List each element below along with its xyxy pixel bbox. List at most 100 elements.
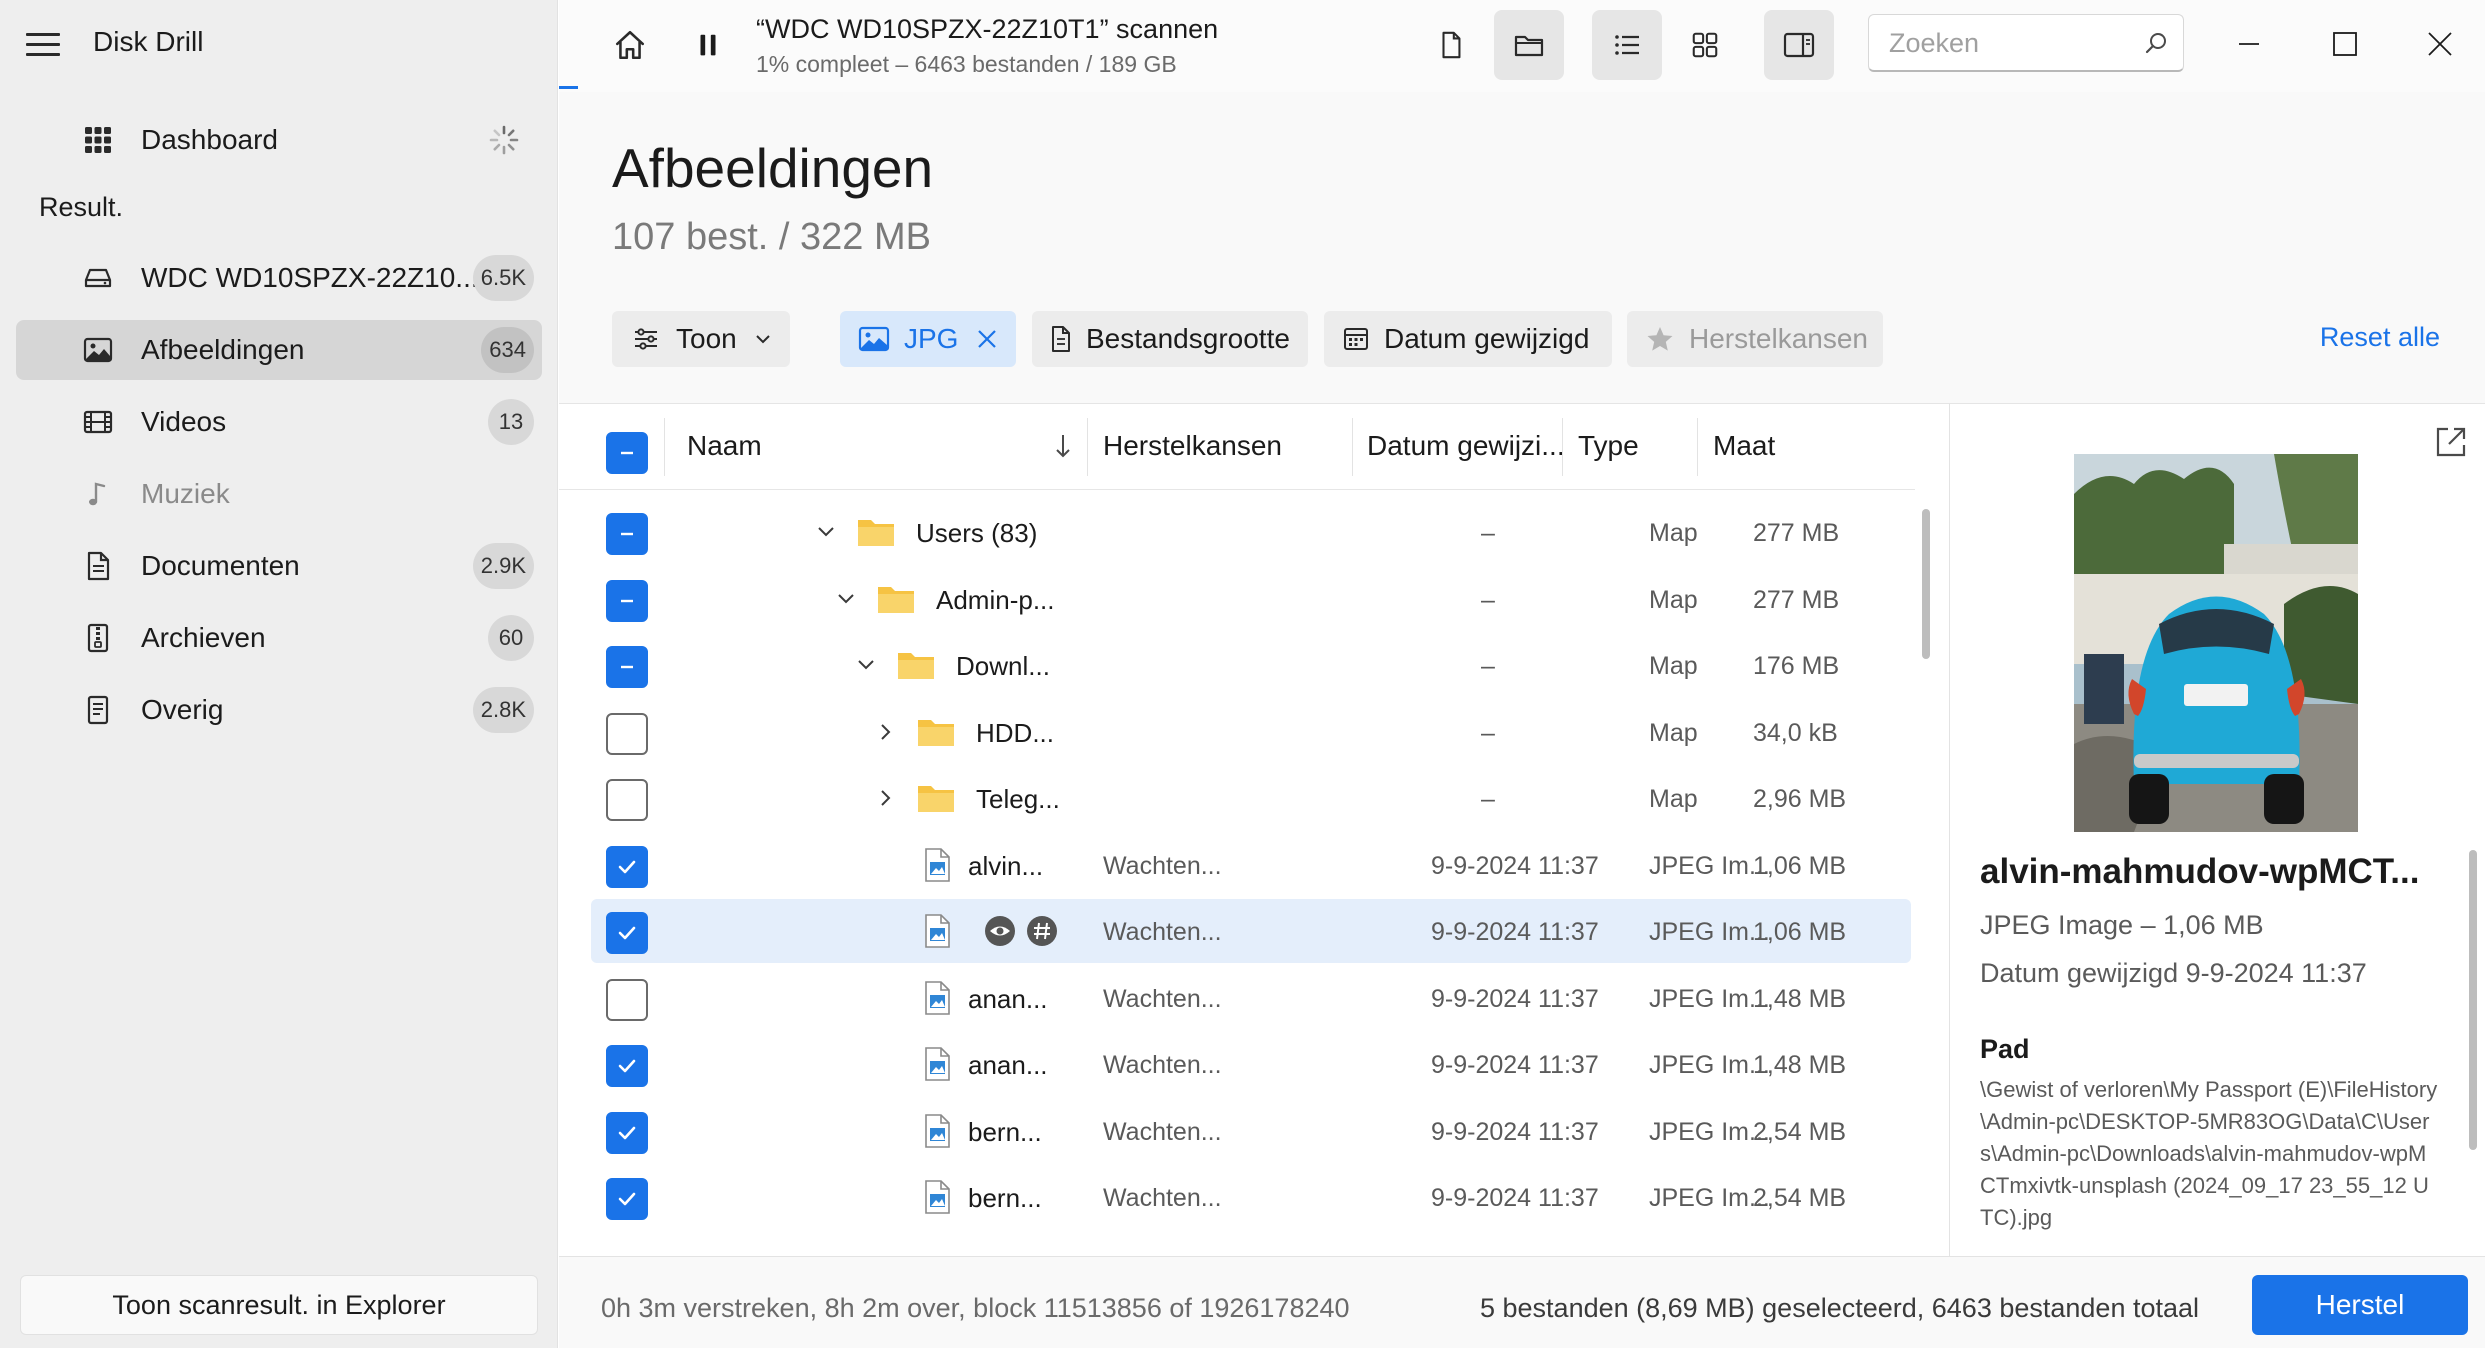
row-checkbox[interactable] — [606, 579, 648, 622]
type-cell: Map — [1649, 652, 1698, 680]
collapse-chevron-icon[interactable] — [856, 655, 876, 675]
recovery-chances-cell: Wachten... — [1103, 1184, 1222, 1212]
table-row[interactable]: anan... Wachten... 9-9-2024 11:37 JPEG Im..… — [591, 1032, 1911, 1096]
hamburger-menu-icon[interactable] — [26, 30, 60, 58]
collapse-chevron-icon[interactable] — [836, 589, 856, 609]
table-row[interactable]: Downl... – Map 176 MB — [591, 633, 1911, 697]
sidebar-item-label: Overig — [141, 694, 224, 725]
home-button[interactable] — [595, 10, 665, 80]
row-checkbox[interactable] — [606, 1178, 648, 1220]
column-recovery-chances[interactable]: Herstelkansen — [1103, 430, 1282, 462]
preview-pane-toggle[interactable] — [1764, 10, 1834, 80]
sidebar-item-drive[interactable]: WDC WD10SPZX-22Z10... 6.5K — [16, 248, 542, 308]
size-cell: 1,48 MB — [1753, 1051, 1847, 1079]
recovery-chances-filter-button[interactable]: Herstelkansen — [1627, 311, 1883, 367]
row-checkbox[interactable] — [606, 646, 648, 688]
file-name: Users (83) — [916, 518, 1038, 548]
preview-type-size: JPEG Image – 1,06 MB — [1980, 910, 2264, 940]
sidebar-item-other[interactable]: Overig 2.8K — [16, 680, 542, 740]
row-checkbox[interactable] — [606, 845, 648, 888]
show-filter-button[interactable]: Toon — [612, 311, 790, 367]
close-icon — [2428, 32, 2452, 56]
list-view-button[interactable] — [1592, 10, 1662, 80]
remove-filter-icon[interactable] — [976, 328, 998, 350]
recover-button[interactable]: Herstel — [2252, 1275, 2468, 1335]
jpg-filter-chip[interactable]: JPG — [840, 311, 1016, 367]
column-name[interactable]: Naam — [687, 430, 762, 462]
preview-image — [2074, 454, 2358, 832]
column-type[interactable]: Type — [1578, 430, 1639, 462]
row-checkbox[interactable] — [606, 912, 648, 954]
open-external-icon[interactable] — [2433, 424, 2469, 460]
date-modified-cell: 9-9-2024 11:37 — [1431, 851, 1599, 880]
reset-all-link[interactable]: Reset alle — [2320, 322, 2440, 353]
table-row[interactable]: Wachten... 9-9-2024 11:37 JPEG Im... 1,06 M… — [591, 899, 1911, 963]
row-checkbox[interactable] — [606, 1111, 648, 1154]
preview-eye-icon[interactable] — [984, 915, 1016, 947]
search-box[interactable] — [1868, 14, 2184, 72]
jpeg-file-icon — [925, 847, 950, 882]
sidebar-item-images[interactable]: Afbeeldingen 634 — [16, 320, 542, 380]
search-input[interactable] — [1889, 27, 2139, 59]
jpeg-file-icon — [925, 914, 950, 948]
minus-icon — [621, 451, 633, 455]
minimize-button[interactable] — [2219, 14, 2279, 74]
preview-file-name: alvin-mahmudov-wpMCT... — [1980, 852, 2420, 891]
size-cell: 2,54 MB — [1753, 1117, 1847, 1146]
type-cell: Map — [1649, 785, 1698, 813]
row-checkbox[interactable] — [606, 712, 648, 755]
table-row[interactable]: bern... Wachten... 9-9-2024 11:37 JPEG Im..… — [591, 1099, 1911, 1163]
pause-button[interactable] — [673, 10, 743, 80]
show-in-explorer-button[interactable]: Toon scanresult. in Explorer — [20, 1275, 538, 1335]
expand-chevron-icon[interactable] — [876, 722, 896, 742]
sidebar-item-music[interactable]: Muziek — [16, 464, 542, 524]
grid-icon — [1692, 32, 1718, 58]
file-name: Downl... — [956, 651, 1050, 681]
row-checkbox[interactable] — [606, 779, 648, 821]
date-modified-cell: – — [1481, 785, 1495, 813]
preview-path-label: Pad — [1980, 1034, 2030, 1064]
sidebar-item-label: Muziek — [141, 478, 230, 509]
table-row[interactable]: alvin... Wachten... 9-9-2024 11:37 JPEG Im.… — [591, 833, 1911, 897]
table-row[interactable]: HDD... – Map 34,0 kB — [591, 700, 1911, 764]
row-checkbox[interactable] — [606, 1045, 648, 1087]
table-row[interactable]: Users (83) – Map 277 MB — [591, 500, 1911, 564]
table-row[interactable]: Admin-p... – Map 277 MB — [591, 567, 1911, 631]
select-all-checkbox[interactable] — [606, 432, 648, 474]
maximize-button[interactable] — [2315, 14, 2375, 74]
preview-scrollbar[interactable] — [2469, 850, 2477, 1150]
table-row[interactable]: anan... Wachten... 9-9-2024 11:37 JPEG Im..… — [591, 966, 1911, 1030]
sidebar-item-videos[interactable]: Videos 13 — [16, 392, 542, 452]
date-modified-cell: 9-9-2024 11:37 — [1431, 918, 1599, 946]
row-checkbox[interactable] — [606, 513, 648, 555]
table-row[interactable]: bern... Wachten... 9-9-2024 11:37 JPEG Im..… — [591, 1165, 1911, 1229]
sort-down-arrow-icon[interactable] — [1053, 432, 1073, 460]
image-icon — [858, 326, 890, 352]
table-scrollbar[interactable] — [1922, 509, 1930, 659]
file-size-filter-button[interactable]: Bestandsgrootte — [1032, 311, 1308, 367]
column-date-modified[interactable]: Datum gewijzi... — [1367, 430, 1565, 462]
expand-chevron-icon[interactable] — [876, 788, 896, 808]
table-row[interactable]: Teleg... – Map 2,96 MB — [591, 766, 1911, 830]
date-modified-filter-button[interactable]: Datum gewijzigd — [1324, 311, 1612, 367]
toolbar: “WDC WD10SPZX-22Z10T1” scannen 1% comple… — [559, 0, 2485, 92]
column-size[interactable]: Maat — [1713, 430, 1775, 462]
scan-time-status: 0h 3m verstreken, 8h 2m over, block 1151… — [601, 1293, 1350, 1323]
sidebar-item-archives[interactable]: Archieven 60 — [16, 608, 542, 668]
file-name: bern... — [968, 1183, 1042, 1213]
file-view-button[interactable] — [1416, 10, 1486, 80]
chances-filter-label: Herstelkansen — [1689, 323, 1868, 354]
type-cell: JPEG Im... — [1649, 1184, 1770, 1212]
folder-icon — [858, 520, 894, 546]
folder-icon — [878, 586, 914, 613]
sidebar-item-dashboard[interactable]: Dashboard — [16, 110, 542, 170]
folder-view-button[interactable] — [1494, 10, 1564, 80]
hash-icon[interactable] — [1026, 915, 1058, 947]
grid-view-button[interactable] — [1670, 10, 1740, 80]
size-cell: 34,0 kB — [1753, 718, 1838, 747]
sidebar-item-documents[interactable]: Documenten 2.9K — [16, 536, 542, 596]
recovery-chances-cell: Wachten... — [1103, 918, 1222, 946]
collapse-chevron-icon[interactable] — [816, 522, 836, 542]
row-checkbox[interactable] — [606, 978, 648, 1021]
close-window-button[interactable] — [2410, 14, 2470, 74]
